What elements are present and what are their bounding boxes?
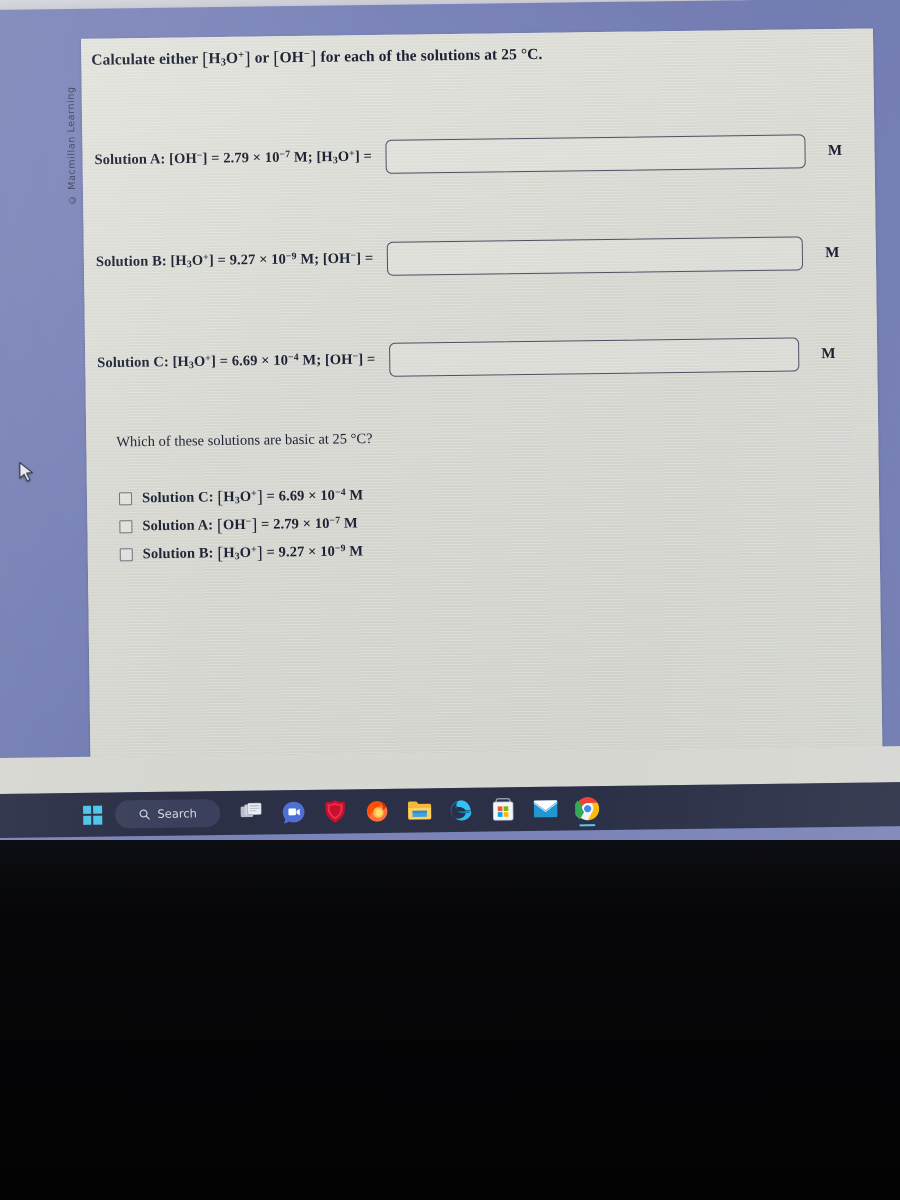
google-meet-button[interactable] xyxy=(272,792,315,833)
search-icon xyxy=(139,808,151,820)
checkbox-option-group: Solution C: [H3O+] = 6.69 × 10−4 M Solut… xyxy=(118,481,365,568)
microsoft-store-icon xyxy=(492,798,514,821)
solution-row-c: Solution C: [H3O+] = 6.69 × 10−4 M; [OH−… xyxy=(97,332,868,386)
task-view-icon xyxy=(240,802,262,817)
option-row-solution-c[interactable]: Solution C: [H3O+] = 6.69 × 10−4 M xyxy=(118,481,364,512)
option-label-solution-a: Solution A: [OH−] = 2.79 × 10−7 M xyxy=(142,514,358,535)
solution-row-b: Solution B: [H3O+] = 9.27 × 10−9 M; [OH−… xyxy=(96,231,867,285)
solution-b-answer-input[interactable] xyxy=(387,236,804,276)
mail-envelope-icon xyxy=(533,800,557,818)
windows-logo-icon xyxy=(82,805,102,825)
assignment-content-card: Calculate either [H3O+] or [OH−] for eac… xyxy=(81,28,883,757)
firefox-icon xyxy=(366,801,388,822)
mcafee-button[interactable] xyxy=(314,791,357,832)
microsoft-store-button[interactable] xyxy=(482,789,525,830)
start-button[interactable] xyxy=(75,795,110,835)
solution-b-unit: M xyxy=(825,244,840,261)
solution-c-answer-input[interactable] xyxy=(389,337,800,377)
checkbox-solution-b[interactable] xyxy=(119,547,133,561)
file-explorer-button[interactable] xyxy=(398,790,441,831)
active-app-indicator xyxy=(579,823,596,827)
mcafee-shield-icon xyxy=(325,800,345,823)
chrome-icon xyxy=(574,796,599,820)
firefox-button[interactable] xyxy=(356,791,399,832)
sub-question-text: Which of these solutions are basic at 25… xyxy=(116,431,373,451)
option-label-solution-c: Solution C: [H3O+] = 6.69 × 10−4 M xyxy=(141,485,364,507)
solution-row-a: Solution A: [OH−] = 2.79 × 10−7 M; [H3O+… xyxy=(94,129,865,183)
solution-c-label: Solution C: [H3O+] = 6.69 × 10−4 M; [OH−… xyxy=(97,351,376,372)
monitor-bezel xyxy=(0,840,900,1200)
computer-screen: Calculate either [H3O+] or [OH−] for eac… xyxy=(0,0,900,853)
search-box[interactable]: Search xyxy=(114,799,221,829)
photograph-of-monitor: Calculate either [H3O+] or [OH−] for eac… xyxy=(0,0,900,1200)
solution-a-answer-input[interactable] xyxy=(385,134,807,174)
solution-b-label: Solution B: [H3O+] = 9.27 × 10−9 M; [OH−… xyxy=(95,250,374,271)
google-chrome-button[interactable] xyxy=(566,788,609,829)
option-row-solution-b[interactable]: Solution B: [H3O+] = 9.27 × 10−9 M xyxy=(119,537,365,568)
option-label-solution-b: Solution B: [H3O+] = 9.27 × 10−9 M xyxy=(142,541,364,563)
solution-a-label: Solution A: [OH−] = 2.79 × 10−7 M; [H3O+… xyxy=(94,148,373,169)
question-prompt: Calculate either [H3O+] or [OH−] for eac… xyxy=(91,45,543,71)
option-row-solution-a[interactable]: Solution A: [OH−] = 2.79 × 10−7 M xyxy=(119,509,364,540)
checkbox-solution-c[interactable] xyxy=(118,491,133,505)
edge-icon xyxy=(450,800,472,821)
checkbox-solution-a[interactable] xyxy=(119,519,133,533)
file-explorer-icon xyxy=(407,801,431,820)
copyright-notice: © Macmillan Learning xyxy=(65,86,79,206)
search-label: Search xyxy=(157,806,197,821)
microsoft-edge-button[interactable] xyxy=(440,790,483,831)
solution-c-unit: M xyxy=(821,345,836,362)
mail-button[interactable] xyxy=(524,789,567,830)
solution-a-unit: M xyxy=(827,142,843,159)
mouse-cursor xyxy=(19,462,33,482)
task-view-button[interactable] xyxy=(230,792,273,833)
google-meet-icon xyxy=(282,801,304,824)
